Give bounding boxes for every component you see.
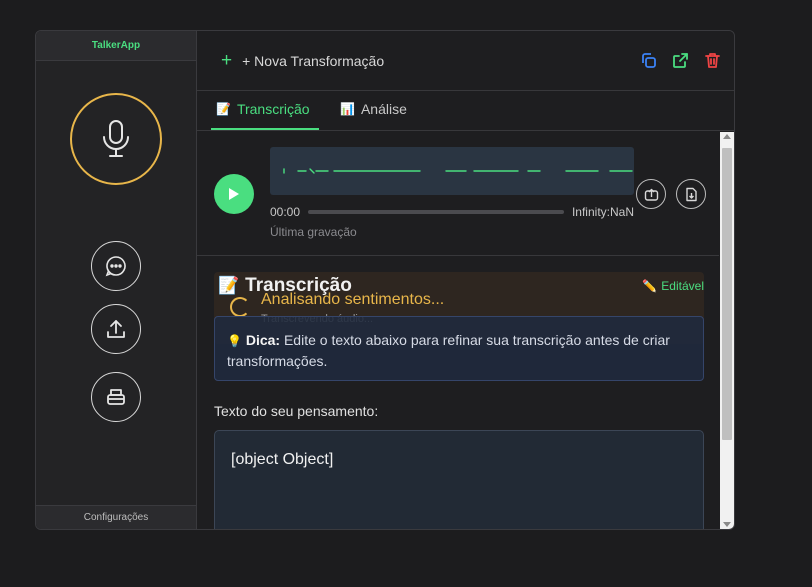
loading-title: Analisando sentimentos... xyxy=(261,291,445,308)
play-button[interactable] xyxy=(214,174,254,214)
tab-transcription[interactable]: 📝 Transcrição xyxy=(216,101,310,117)
active-tab-indicator xyxy=(211,128,319,130)
upload-icon xyxy=(107,320,125,338)
current-time: 00:00 xyxy=(270,205,301,219)
record-button[interactable] xyxy=(70,93,162,185)
audio-player: 00:00 Infinity:NaN Última gravação xyxy=(197,132,719,256)
trash-icon xyxy=(705,53,720,68)
waveform-graphic xyxy=(283,168,633,174)
scrollbar-thumb[interactable] xyxy=(722,148,732,440)
spinner-icon xyxy=(230,297,250,317)
file-download-icon xyxy=(685,187,697,201)
tab-analysis-label: Análise xyxy=(360,101,407,117)
chat-button[interactable] xyxy=(91,241,141,291)
tab-bar: 📝 Transcrição 📊 Análise xyxy=(197,91,734,131)
copy-icon xyxy=(642,53,656,68)
app-window: TalkerApp Configurações + + Nova Transfo… xyxy=(35,30,735,530)
progress-track[interactable] xyxy=(308,210,564,214)
memo-icon: 📝 xyxy=(218,276,240,295)
external-link-icon xyxy=(673,53,688,68)
top-actions xyxy=(639,51,722,70)
scroll-down-arrow[interactable] xyxy=(723,522,731,527)
tip-text: Edite o texto abaixo para refinar sua tr… xyxy=(227,332,670,369)
editable-label: Editável xyxy=(661,279,704,293)
duration: Infinity:NaN xyxy=(571,205,634,219)
transcription-textarea[interactable]: [object Object] xyxy=(214,430,704,529)
plus-icon: + xyxy=(221,50,233,71)
tab-transcription-label: Transcrição xyxy=(236,101,310,117)
editable-badge[interactable]: ✏️ Editável xyxy=(642,279,704,293)
field-label: Texto do seu pensamento: xyxy=(214,403,379,419)
tab-analysis[interactable]: 📊 Análise xyxy=(340,101,407,117)
chat-bubble-icon xyxy=(105,256,126,277)
tip-label: Dica: xyxy=(245,332,281,348)
top-bar: + + Nova Transformação xyxy=(197,31,734,91)
lightbulb-icon: 💡 xyxy=(227,334,242,348)
delete-button[interactable] xyxy=(703,51,722,70)
new-transformation-label: + Nova Transformação xyxy=(242,52,385,69)
tip-box: 💡 Dica: Edite o texto abaixo para refina… xyxy=(214,316,704,381)
time-row: 00:00 Infinity:NaN xyxy=(270,205,634,219)
microphone-icon xyxy=(103,120,129,157)
download-audio-button[interactable] xyxy=(676,179,706,209)
play-icon xyxy=(229,188,239,200)
bar-chart-icon: 📊 xyxy=(340,102,355,116)
pencil-icon: ✏️ xyxy=(642,279,658,293)
scroll-up-arrow[interactable] xyxy=(723,134,731,139)
archive-icon xyxy=(107,389,125,405)
scrollbar[interactable] xyxy=(720,132,734,529)
share-audio-button[interactable] xyxy=(636,179,666,209)
waveform[interactable] xyxy=(270,147,634,195)
settings-link[interactable]: Configurações xyxy=(36,505,196,529)
share-icon xyxy=(644,188,658,201)
archive-button[interactable] xyxy=(91,372,141,422)
memo-icon: 📝 xyxy=(216,102,231,116)
app-title: TalkerApp xyxy=(36,31,196,61)
new-transformation-button[interactable]: + + Nova Transformação xyxy=(221,51,384,70)
copy-button[interactable] xyxy=(639,51,658,70)
open-external-button[interactable] xyxy=(671,51,690,70)
sidebar: TalkerApp Configurações xyxy=(36,31,197,529)
main-panel: + + Nova Transformação 📝 Transcrição 📊 A… xyxy=(197,31,734,529)
player-caption: Última gravação xyxy=(270,225,357,239)
upload-button[interactable] xyxy=(91,304,141,354)
scroll-content: 00:00 Infinity:NaN Última gravação 📝 Tra… xyxy=(197,132,719,529)
